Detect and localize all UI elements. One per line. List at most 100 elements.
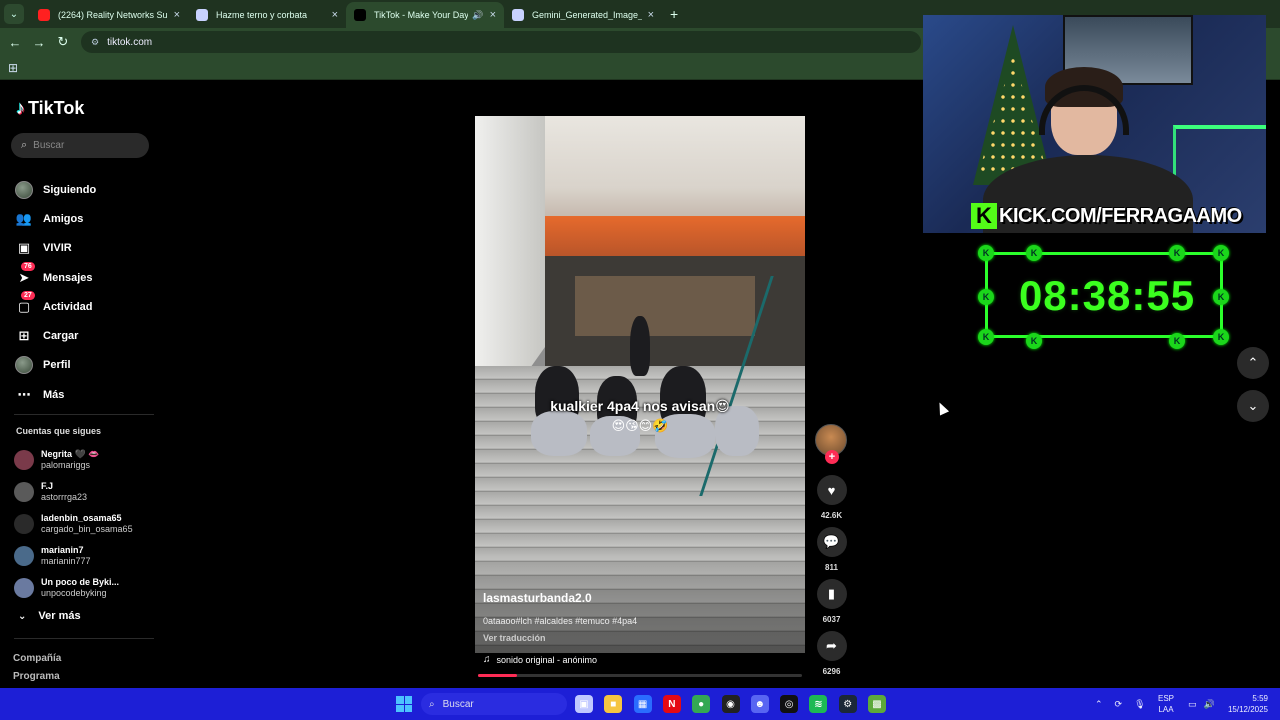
forward-button[interactable]: → [27,35,51,50]
obs-icon[interactable]: ◎ [780,695,799,713]
back-button[interactable]: ← [3,35,27,50]
video-progress-bar[interactable] [478,674,802,677]
nav-item-following-avatar[interactable]: Siguiendo [14,175,96,204]
nav-item-live-tv[interactable]: ▣ VIVIR [14,234,96,263]
video-player[interactable]: kualkier 4pa4 nos avisan😍 😍😘😊🤣 lasmastur… [475,116,805,653]
kick-knob-icon: K [1213,329,1229,345]
kick-url: KICK.COM/FERRAGAAMO [999,204,1242,227]
comment-button[interactable]: 💬 811 [816,527,847,572]
apps-grid-icon[interactable]: ⊞ [8,61,18,75]
like-button[interactable]: ♥ 42.6K [816,475,847,520]
reload-button[interactable]: ↻ [51,34,75,50]
followed-account[interactable]: ladenbin_osama65 cargado_bin_osama65 [14,508,133,540]
avatar [14,546,34,566]
notification-badge: 76 [21,261,35,271]
close-tab-icon[interactable]: × [332,9,338,21]
file-explorer-icon[interactable]: ■ [604,695,623,713]
chevron-up-icon[interactable]: ⌃ [1095,699,1103,710]
minecraft-icon[interactable]: ▩ [868,695,886,713]
nav-item-upload[interactable]: ⊞ Cargar [14,321,96,350]
followed-account[interactable]: F.J astorrrga23 [14,476,133,508]
discord-icon[interactable]: ☻ [750,695,769,713]
nav-label: Actividad [43,300,93,313]
chevron-up-icon: ⌃ [1247,355,1259,370]
nav-item-activity[interactable]: ▢ 27 Actividad [14,290,96,321]
footer-link-company[interactable]: Compañía [13,653,61,664]
friends-icon: 👥 [15,210,33,226]
share-button[interactable]: ➦ 6296 [816,631,847,676]
browser-tab[interactable]: Hazme terno y corbata × [188,2,346,28]
nav-item-friends[interactable]: 👥 Amigos [14,204,96,233]
live-tv-icon: ▣ [17,240,31,256]
close-tab-icon[interactable]: × [174,9,180,21]
kick-knob-icon: K [1026,245,1042,261]
nav-item-profile-avatar[interactable]: Perfil [14,351,96,380]
tiktok-logo[interactable]: ♪ TikTok [16,98,84,119]
account-display-name: ladenbin_osama65 [41,513,122,523]
nav-item-more[interactable]: ⋯ Más [14,380,96,409]
following-avatar-icon [14,180,34,200]
site-info-icon[interactable]: ⚙ [91,37,99,48]
comment-icon: 💬 [816,527,847,557]
translate-link[interactable]: Ver traducción [483,633,546,643]
spotify-icon[interactable]: ≋ [809,695,828,713]
nav-label: Cargar [43,330,79,343]
footer-link-program[interactable]: Programa [13,671,60,682]
upload-icon: ⊞ [18,328,30,344]
language-indicator[interactable]: ESP LAA [1158,693,1174,715]
stream-timer: 08:38:55 K K K K K K K K K K [978,245,1229,349]
video-username[interactable]: lasmasturbanda2.0 [483,591,592,605]
browser-tab[interactable]: TikTok - Make Your Day 🔊 × [346,2,504,28]
account-names: ladenbin_osama65 cargado_bin_osama65 [41,513,133,535]
save-count: 6037 [822,615,841,624]
address-bar[interactable]: ⚙ tiktok.com [81,31,921,53]
timer-digits: 08:38:55 [1018,272,1196,319]
microphone-icon[interactable]: 🎙 [1134,699,1145,710]
follow-plus-icon[interactable]: + [825,450,839,464]
creator-avatar[interactable]: + [815,424,847,464]
steam-icon[interactable]: ⚙ [838,695,857,713]
browser-tab[interactable]: Gemini_Generated_Image_ldi9 × [504,2,662,28]
tray-app-icon[interactable]: ⟳ [1115,699,1123,710]
search-input[interactable]: ⌕ Buscar [11,133,149,158]
browser-tab[interactable]: (2264) Reality Networks Suppor × [30,2,188,28]
volume-icon[interactable]: 🔊 [1204,699,1215,710]
clock[interactable]: 5:59 15/12/2025 [1222,693,1268,715]
avatar [14,514,34,534]
next-video-button[interactable]: ⌄ [1237,390,1269,422]
tab-search-button[interactable]: ⌄ [4,4,24,24]
followed-account[interactable]: marianin7 marianin777 [14,540,133,572]
steam-game-icon[interactable]: ◉ [721,695,740,713]
close-tab-icon[interactable]: × [490,9,496,21]
account-handle: cargado_bin_osama65 [41,524,133,534]
tab-favicon-icon [196,9,208,21]
heart-icon: ♥ [816,475,847,505]
store-icon[interactable]: ▦ [633,695,652,713]
account-display-name: F.J [41,481,54,491]
close-tab-icon[interactable]: × [648,9,654,21]
task-view-icon[interactable]: ▣ [575,695,593,713]
followed-account[interactable]: Un poco de Byki... unpocodebyking [14,572,133,604]
sound-link[interactable]: ♫ sonido original - anónimo [483,654,597,665]
chrome-icon[interactable]: ● [692,695,711,713]
system-tray: ⌃ ⟳ 🎙 [1095,688,1146,720]
video-description[interactable]: 0ataaoo#lch #alcaldes #temuco #4pa4 [483,616,637,626]
save-button[interactable]: ▮ 6037 [816,579,847,624]
windows-start-icon[interactable] [396,696,412,712]
tab-title: TikTok - Make Your Day [374,10,469,20]
nav-item-messages[interactable]: ➤ 76 Mensajes [14,261,96,292]
main-nav: Siguiendo 👥 Amigos ▣ VIVIR ➤ 76 Mensajes ▢ 27 Acti… [14,175,96,409]
tab-audio-icon[interactable]: 🔊 [472,10,483,21]
followed-account[interactable]: Negrita 🖤 👄 palomariggs [14,444,133,476]
video-actions: + ♥ 42.6K 💬 811 ▮ 6037 ➦ 6296 [815,424,848,676]
taskbar-search[interactable]: ⌕ Buscar [421,693,567,715]
netflix-icon[interactable]: N [662,695,681,713]
new-tab-button[interactable]: + [670,6,678,22]
see-more-button[interactable]: ⌄ Ver más [18,610,81,622]
profile-avatar-icon [14,355,34,375]
account-display-name: Un poco de Byki... [41,577,120,587]
account-names: F.J astorrrga23 [41,481,87,503]
network-icon[interactable]: ▭ [1188,699,1197,710]
see-more-label: Ver más [38,610,81,622]
previous-video-button[interactable]: ⌃ [1237,347,1269,379]
